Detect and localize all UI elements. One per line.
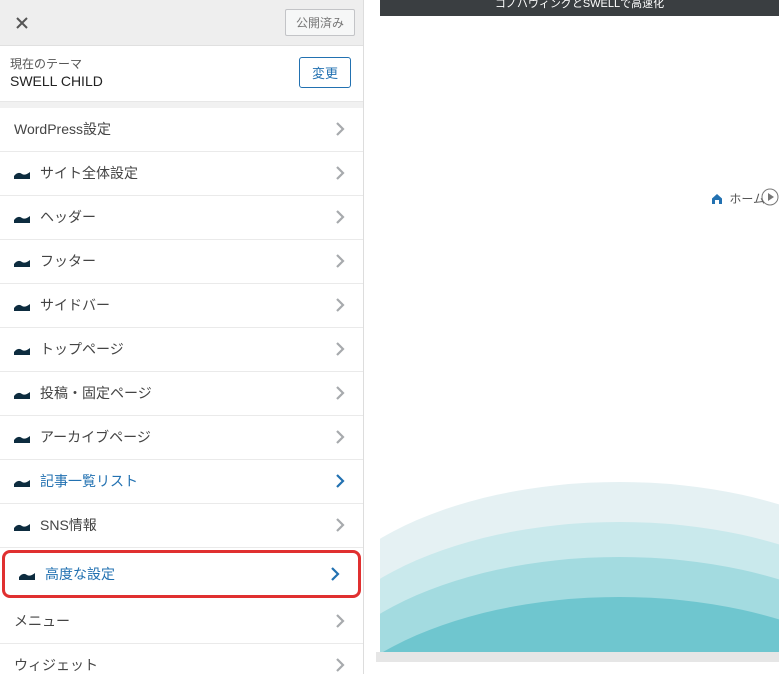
settings-item-label: サイト全体設定 <box>40 163 138 183</box>
settings-item-left: 投稿・固定ページ <box>14 383 152 403</box>
swell-icon <box>14 167 30 179</box>
customizer-topbar: 公開済み <box>0 0 363 46</box>
settings-item-label: メニュー <box>14 611 70 631</box>
settings-item[interactable]: ヘッダー <box>0 196 363 240</box>
swell-icon <box>14 431 30 443</box>
swell-icon <box>14 343 30 355</box>
chevron-right-icon <box>331 120 349 138</box>
theme-info: 現在のテーマ SWELL CHILD <box>10 56 103 89</box>
settings-item[interactable]: 投稿・固定ページ <box>0 372 363 416</box>
swell-icon <box>14 211 30 223</box>
settings-item-left: 記事一覧リスト <box>14 471 138 491</box>
settings-item-label: ウィジェット <box>14 655 98 674</box>
theme-name: SWELL CHILD <box>10 73 103 89</box>
settings-item-label: WordPress設定 <box>14 119 111 139</box>
chevron-right-icon <box>331 612 349 630</box>
wave-background <box>380 432 779 652</box>
settings-item-left: ウィジェット <box>14 655 98 674</box>
settings-item-label: 記事一覧リスト <box>40 471 138 491</box>
settings-item[interactable]: ウィジェット <box>0 644 363 674</box>
swell-icon <box>14 255 30 267</box>
preview-hero <box>380 16 779 184</box>
settings-item-left: WordPress設定 <box>14 119 111 139</box>
breadcrumb-home-label: ホーム <box>729 190 765 207</box>
settings-item-left: アーカイブページ <box>14 427 151 447</box>
chevron-right-icon <box>331 656 349 674</box>
settings-item-left: トップページ <box>14 339 124 359</box>
theme-caption: 現在のテーマ <box>10 56 103 73</box>
settings-item-label: サイドバー <box>40 295 110 315</box>
swell-icon <box>14 475 30 487</box>
breadcrumb[interactable]: ホーム <box>711 190 765 207</box>
settings-item[interactable]: 高度な設定 <box>2 550 361 598</box>
customizer-sidebar: 公開済み 現在のテーマ SWELL CHILD 変更 WordPress設定サイ… <box>0 0 364 674</box>
settings-item[interactable]: メニュー <box>0 600 363 644</box>
settings-item[interactable]: サイト全体設定 <box>0 152 363 196</box>
settings-item-label: 高度な設定 <box>45 564 115 584</box>
site-preview: コノハウィングとSWELLで高速化 ホーム <box>364 0 779 674</box>
home-icon <box>711 193 723 205</box>
chevron-right-icon <box>331 516 349 534</box>
settings-item-left: SNS情報 <box>14 515 97 535</box>
chevron-right-icon <box>331 428 349 446</box>
chevron-right-icon <box>331 340 349 358</box>
theme-row: 現在のテーマ SWELL CHILD 変更 <box>0 46 363 102</box>
settings-item-label: トップページ <box>40 339 124 359</box>
settings-item-label: SNS情報 <box>40 515 97 535</box>
chevron-right-icon <box>331 384 349 402</box>
close-icon <box>14 15 30 31</box>
publish-button[interactable]: 公開済み <box>285 9 355 36</box>
close-button[interactable] <box>0 0 44 46</box>
settings-item-left: サイドバー <box>14 295 110 315</box>
chevron-right-icon <box>331 472 349 490</box>
settings-item-left: 高度な設定 <box>19 564 115 584</box>
settings-item[interactable]: サイドバー <box>0 284 363 328</box>
preview-banner: コノハウィングとSWELLで高速化 <box>380 0 779 16</box>
play-circle-icon[interactable] <box>761 188 779 206</box>
settings-item-label: ヘッダー <box>40 207 96 227</box>
settings-item-label: フッター <box>40 251 96 271</box>
preview-ground <box>376 652 779 662</box>
settings-item[interactable]: WordPress設定 <box>0 108 363 152</box>
settings-item[interactable]: 記事一覧リスト <box>0 460 363 504</box>
chevron-right-icon <box>331 296 349 314</box>
swell-icon <box>14 387 30 399</box>
settings-item-label: アーカイブページ <box>40 427 151 447</box>
chevron-right-icon <box>331 208 349 226</box>
settings-item[interactable]: SNS情報 <box>0 504 363 548</box>
settings-item-left: フッター <box>14 251 96 271</box>
settings-item[interactable]: フッター <box>0 240 363 284</box>
settings-item[interactable]: トップページ <box>0 328 363 372</box>
chevron-right-icon <box>331 252 349 270</box>
swell-icon <box>19 568 35 580</box>
chevron-right-icon <box>326 565 344 583</box>
swell-icon <box>14 299 30 311</box>
settings-item-label: 投稿・固定ページ <box>40 383 152 403</box>
settings-item[interactable]: アーカイブページ <box>0 416 363 460</box>
settings-item-left: メニュー <box>14 611 70 631</box>
change-theme-button[interactable]: 変更 <box>299 57 351 88</box>
swell-icon <box>14 519 30 531</box>
settings-item-left: サイト全体設定 <box>14 163 138 183</box>
chevron-right-icon <box>331 164 349 182</box>
settings-list: WordPress設定サイト全体設定ヘッダーフッターサイドバートップページ投稿・… <box>0 102 363 674</box>
settings-item-left: ヘッダー <box>14 207 96 227</box>
